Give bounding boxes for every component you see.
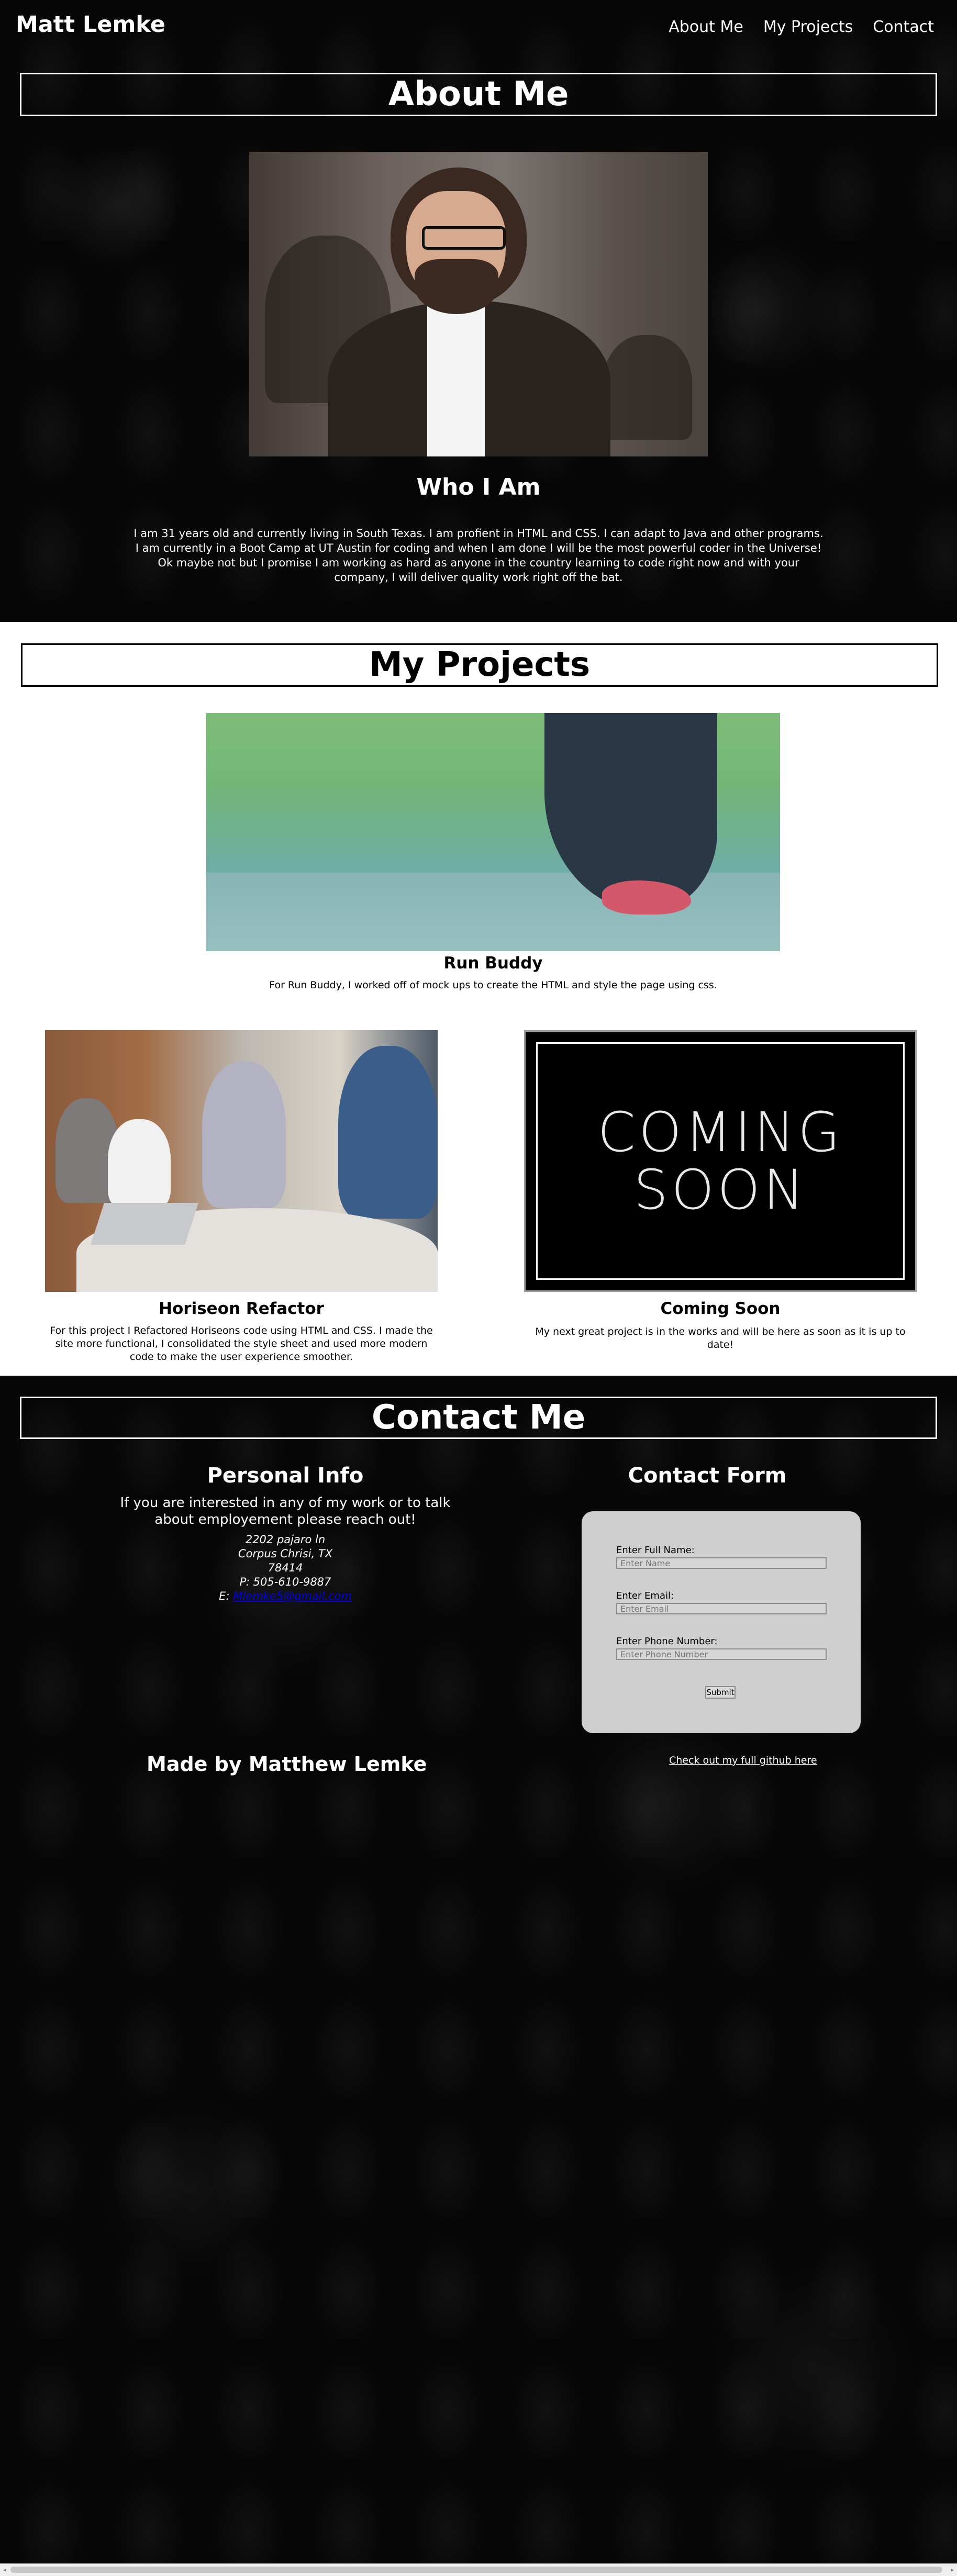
scroll-left-icon[interactable]: ◂ [3,2566,6,2573]
nav-about[interactable]: About Me [669,18,743,36]
email-prefix: E: [219,1590,233,1602]
run-buddy-image[interactable] [206,713,780,951]
address-zip: 78414 [268,1562,303,1574]
name-label: Enter Full Name: [616,1545,695,1556]
contact-form: Enter Full Name: Enter Email: Enter Phon… [582,1511,861,1733]
github-link[interactable]: Check out my full github here [669,1755,817,1766]
email-link[interactable]: Mlemke5@gmail.com [233,1590,352,1602]
coming-soon-text: My next great project is in the works an… [535,1326,906,1351]
made-by-footer: Made by Matthew Lemke [147,1753,427,1776]
coming-soon-title: Coming Soon [660,1299,781,1318]
about-section-title: About Me [20,73,937,116]
nav-projects[interactable]: My Projects [763,18,853,36]
scroll-right-icon[interactable]: ▸ [951,2566,954,2573]
coming-soon-word-2: SOON [633,1158,807,1222]
site-header: Matt Lemke About Me My Projects Contact [0,0,957,52]
run-buddy-text: For Run Buddy, I worked off of mock ups … [269,979,717,991]
coming-soon-image[interactable]: COMING SOON [524,1030,917,1292]
horiseon-image[interactable] [45,1030,438,1292]
phone-input[interactable] [616,1648,827,1660]
scrollbar-thumb[interactable] [10,2567,942,2573]
contact-section-title: Contact Me [20,1397,937,1439]
horizontal-scrollbar[interactable]: ◂ ▸ [0,2563,957,2576]
coming-soon-word-1: COMING [597,1100,843,1164]
main-nav: About Me My Projects Contact [669,18,934,36]
who-i-am-text: I am 31 years old and currently living i… [133,527,824,584]
who-i-am-heading: Who I Am [416,474,541,500]
address-phone: P: 505-610-9887 [239,1576,331,1588]
name-input[interactable] [616,1557,827,1569]
horiseon-title: Horiseon Refactor [159,1299,324,1318]
brand-name[interactable]: Matt Lemke [16,12,165,38]
address-city: Corpus Chrisi, TX [238,1547,333,1560]
run-buddy-title: Run Buddy [443,954,543,973]
phone-label: Enter Phone Number: [616,1636,718,1647]
personal-info-intro: If you are interested in any of my work … [120,1495,451,1527]
personal-info-address: 2202 pajaro ln Corpus Chrisi, TX 78414 P… [113,1533,458,1603]
personal-info-title: Personal Info [207,1464,364,1488]
nav-contact[interactable]: Contact [873,18,934,36]
projects-section-title: My Projects [21,643,938,687]
email-input[interactable] [616,1603,827,1614]
about-photo [249,152,708,456]
email-label: Enter Email: [616,1590,674,1601]
address-street: 2202 pajaro ln [245,1533,326,1546]
submit-button[interactable]: Submit [705,1686,736,1699]
address-email-line: E: Mlemke5@gmail.com [113,1589,458,1603]
horiseon-text: For this project I Refactored Horiseons … [50,1325,433,1363]
contact-form-title: Contact Form [628,1464,787,1488]
